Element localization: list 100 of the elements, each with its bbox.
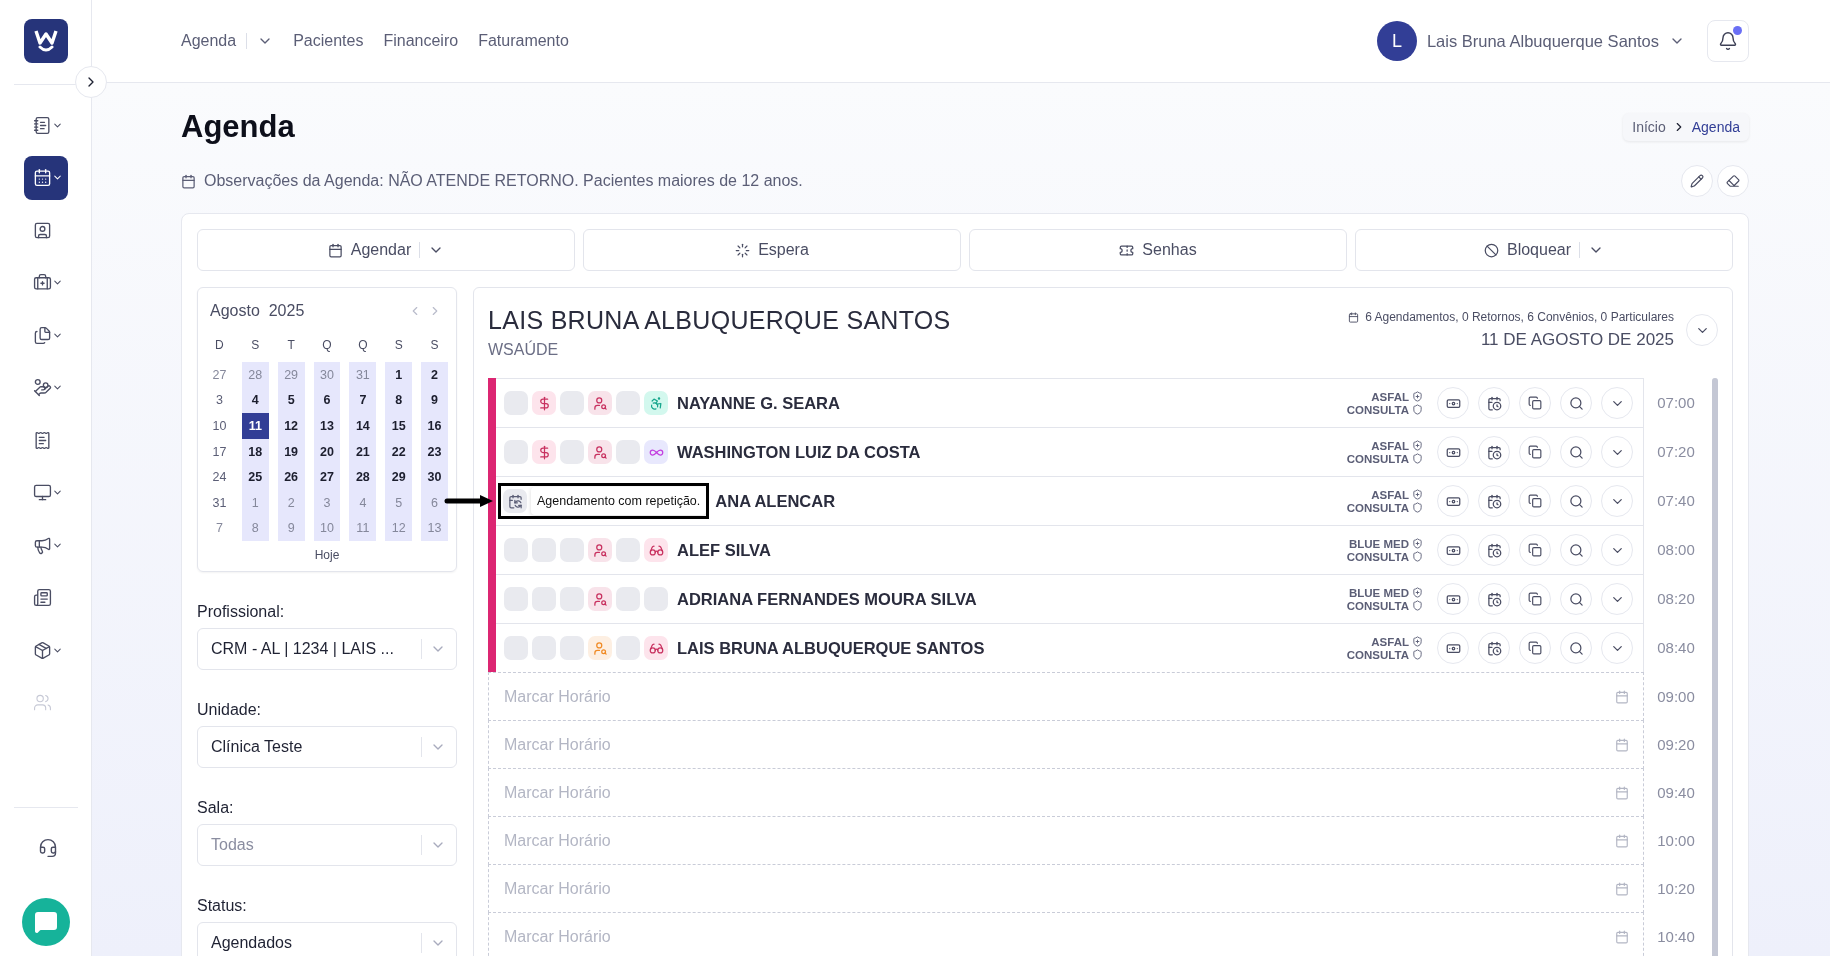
chevron-down-icon: [51, 172, 63, 183]
calendar-day[interactable]: 31: [206, 489, 233, 516]
copy-button[interactable]: [1519, 387, 1551, 419]
calendar-day[interactable]: 26: [277, 464, 305, 490]
payment-button[interactable]: [1437, 583, 1469, 615]
copy-button[interactable]: [1519, 632, 1551, 664]
professional-name: LAIS BRUNA ALBUQUERQUE SANTOS: [488, 306, 951, 335]
search-button[interactable]: [1560, 583, 1592, 615]
reschedule-button[interactable]: [1478, 583, 1510, 615]
calendar-day[interactable]: 22: [385, 438, 413, 465]
today-button[interactable]: Hoje: [308, 547, 346, 564]
calendar-day[interactable]: 29: [385, 464, 413, 490]
sidebar-button[interactable]: [23, 155, 68, 200]
patient-name: LAIS BRUNA ALBUQUERQUE SANTOS: [677, 638, 986, 658]
appointment-row[interactable]: ALEF SILVA BLUE MED CONSULTA: [488, 525, 1644, 575]
appointment-type: CONSULTA: [1346, 550, 1409, 563]
chevron-down-icon: [51, 487, 63, 498]
calendar-day[interactable]: 3: [206, 387, 233, 414]
action-button[interactable]: Espera: [583, 229, 961, 271]
breadcrumb-link[interactable]: Início: [1632, 119, 1666, 135]
calendar-day[interactable]: 25: [241, 464, 269, 490]
payment-button[interactable]: [1437, 436, 1469, 468]
calendar-day[interactable]: 14: [349, 413, 377, 439]
calendar-day[interactable]: 12: [277, 413, 305, 439]
action-button[interactable]: Agendar: [197, 229, 575, 271]
calendar-day[interactable]: 27: [313, 464, 341, 490]
payment-button[interactable]: [1437, 485, 1469, 517]
expand-sidebar-button[interactable]: [75, 66, 107, 98]
calendar-day[interactable]: 2: [421, 362, 448, 388]
nav-link[interactable]: Financeiro: [383, 32, 459, 50]
calendar-icon: [1615, 689, 1629, 704]
reschedule-button[interactable]: [1478, 534, 1510, 566]
time-label: 07:40: [1656, 492, 1696, 509]
appointment-row[interactable]: ADRIANA FERNANDES MOURA SILVA BLUE MED CONSULTA: [488, 574, 1644, 624]
reschedule-button[interactable]: [1478, 387, 1510, 419]
calendar-day[interactable]: 13: [313, 413, 341, 439]
copy-button[interactable]: [1519, 485, 1551, 517]
calendar-day[interactable]: 5: [277, 387, 305, 414]
nav-link[interactable]: Faturamento: [478, 32, 569, 50]
calendar-day[interactable]: 19: [277, 438, 305, 465]
calendar-day[interactable]: 10: [206, 413, 233, 439]
breadcrumb-link[interactable]: Agenda: [1691, 119, 1740, 135]
calendar-day[interactable]: 30: [421, 464, 448, 490]
search-button[interactable]: [1560, 485, 1592, 517]
scrollbar-thumb[interactable]: [1712, 378, 1718, 956]
calendar-day[interactable]: 24: [206, 464, 233, 490]
calendar-day[interactable]: 6: [313, 387, 341, 414]
select-field[interactable]: Clínica Teste: [197, 726, 457, 769]
calendar-day[interactable]: 15: [385, 413, 413, 439]
payment-button[interactable]: [1437, 534, 1469, 566]
search-button[interactable]: [1560, 436, 1592, 468]
calendar-day[interactable]: 21: [349, 438, 377, 465]
payment-button[interactable]: [1437, 632, 1469, 664]
notifications-button[interactable]: [1707, 20, 1749, 62]
calendar-day[interactable]: 9: [421, 387, 448, 414]
nav-link[interactable]: Agenda: [181, 32, 274, 50]
select-field[interactable]: Agendados: [197, 922, 457, 956]
calendar-day[interactable]: 18: [241, 438, 269, 465]
user-menu[interactable]: L Lais Bruna Albuquerque Santos: [1376, 21, 1685, 61]
reschedule-button[interactable]: [1478, 485, 1510, 517]
action-button[interactable]: Senhas: [969, 229, 1347, 271]
copy-button[interactable]: [1519, 436, 1551, 468]
appointment-row[interactable]: NAYANNE G. SEARA ASFAL CONSULTA: [488, 378, 1644, 428]
reschedule-button[interactable]: [1478, 632, 1510, 664]
copy-button[interactable]: [1519, 534, 1551, 566]
calendar-day[interactable]: 8: [385, 387, 413, 414]
search-button[interactable]: [1560, 534, 1592, 566]
calendar-day[interactable]: 7: [206, 515, 233, 542]
calendar-day[interactable]: 7: [349, 387, 377, 414]
calendar-day[interactable]: 4: [241, 387, 269, 414]
calendar-day[interactable]: 17: [206, 438, 233, 465]
appointment-row[interactable]: Agendamento com repetição. ANA ALENCAR ASFAL CONSULTA: [488, 476, 1644, 526]
ticket-icon: [1119, 242, 1135, 258]
edit-button[interactable]: [1681, 165, 1713, 197]
appointment-row[interactable]: WASHINGTON LUIZ DA COSTA ASFAL CONSULTA: [488, 427, 1644, 477]
calendar-day[interactable]: 20: [313, 438, 341, 465]
calendar-day[interactable]: 23: [421, 438, 448, 465]
chat-button[interactable]: [21, 898, 70, 946]
eraser-button[interactable]: [1717, 165, 1749, 197]
select-field[interactable]: CRM - AL | 1234 | LAIS ...: [197, 628, 457, 671]
nav-link[interactable]: Pacientes: [293, 32, 364, 50]
search-icon: [1568, 591, 1584, 607]
calendar-day[interactable]: 28: [349, 464, 377, 490]
insurance-name: ASFAL: [1371, 390, 1409, 403]
reschedule-button[interactable]: [1478, 436, 1510, 468]
search-button[interactable]: [1560, 632, 1592, 664]
calendar-day[interactable]: 16: [421, 413, 448, 439]
action-button[interactable]: Bloquear: [1355, 229, 1733, 271]
payment-button[interactable]: [1437, 387, 1469, 419]
chevron-down-icon: [51, 277, 63, 288]
insurance-name: BLUE MED: [1348, 537, 1409, 550]
appointment-row[interactable]: LAIS BRUNA ALBUQUERQUE SANTOS ASFAL CONSULTA: [488, 623, 1644, 673]
calendar-day[interactable]: 27: [206, 362, 233, 388]
logo-icon[interactable]: [23, 19, 68, 63]
calendar-day[interactable]: 11: [241, 413, 269, 439]
pencil-icon: [1690, 174, 1704, 188]
patient-name: ALEF SILVA: [677, 540, 772, 560]
calendar-day[interactable]: 1: [385, 362, 413, 388]
search-button[interactable]: [1560, 387, 1592, 419]
copy-button[interactable]: [1519, 583, 1551, 615]
